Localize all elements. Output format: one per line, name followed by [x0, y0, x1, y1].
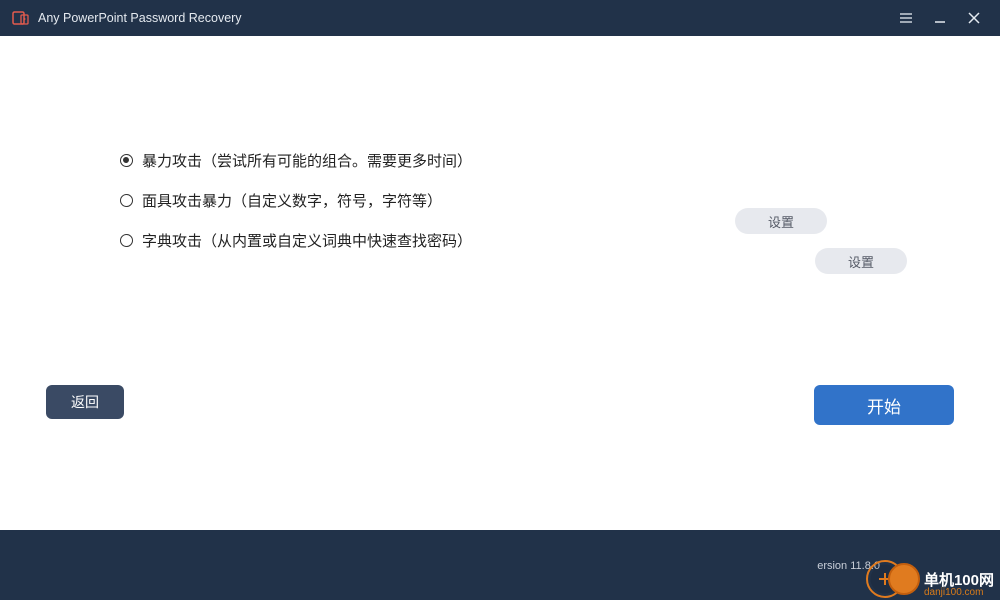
app-title: Any PowerPoint Password Recovery [38, 11, 898, 25]
footer-buttons: 返回 开始 [0, 385, 1000, 425]
window-controls [898, 10, 992, 26]
back-button[interactable]: 返回 [46, 385, 124, 419]
app-icon [12, 9, 30, 27]
option-label: 暴力攻击（尝试所有可能的组合。需要更多时间） [142, 150, 472, 171]
title-bar: Any PowerPoint Password Recovery [0, 0, 1000, 36]
radio-dictionary[interactable] [120, 234, 133, 247]
main-content: 暴力攻击（尝试所有可能的组合。需要更多时间） 面具攻击暴力（自定义数字，符号，字… [0, 36, 1000, 530]
watermark: 单机100网 danji100.com [866, 560, 994, 598]
watermark-logo-icon [866, 560, 904, 598]
settings-mask-button[interactable]: 设置 [735, 208, 827, 234]
option-brute-force[interactable]: 暴力攻击（尝试所有可能的组合。需要更多时间） [120, 140, 940, 180]
option-label: 字典攻击（从内置或自定义词典中快速查找密码） [142, 230, 472, 251]
bottom-bar: ersion 11.8.0 单机100网 danji100.com [0, 530, 1000, 600]
start-button[interactable]: 开始 [814, 385, 954, 425]
radio-brute-force[interactable] [120, 154, 133, 167]
watermark-text: 单机100网 danji100.com [924, 573, 994, 598]
watermark-en: danji100.com [924, 588, 994, 598]
radio-mask[interactable] [120, 194, 133, 207]
close-icon[interactable] [966, 10, 982, 26]
option-label: 面具攻击暴力（自定义数字，符号，字符等） [142, 190, 442, 211]
attack-options: 暴力攻击（尝试所有可能的组合。需要更多时间） 面具攻击暴力（自定义数字，符号，字… [120, 140, 940, 260]
menu-icon[interactable] [898, 10, 914, 26]
settings-dictionary-button[interactable]: 设置 [815, 248, 907, 274]
watermark-cn: 单机100网 [924, 573, 994, 588]
minimize-icon[interactable] [932, 10, 948, 26]
